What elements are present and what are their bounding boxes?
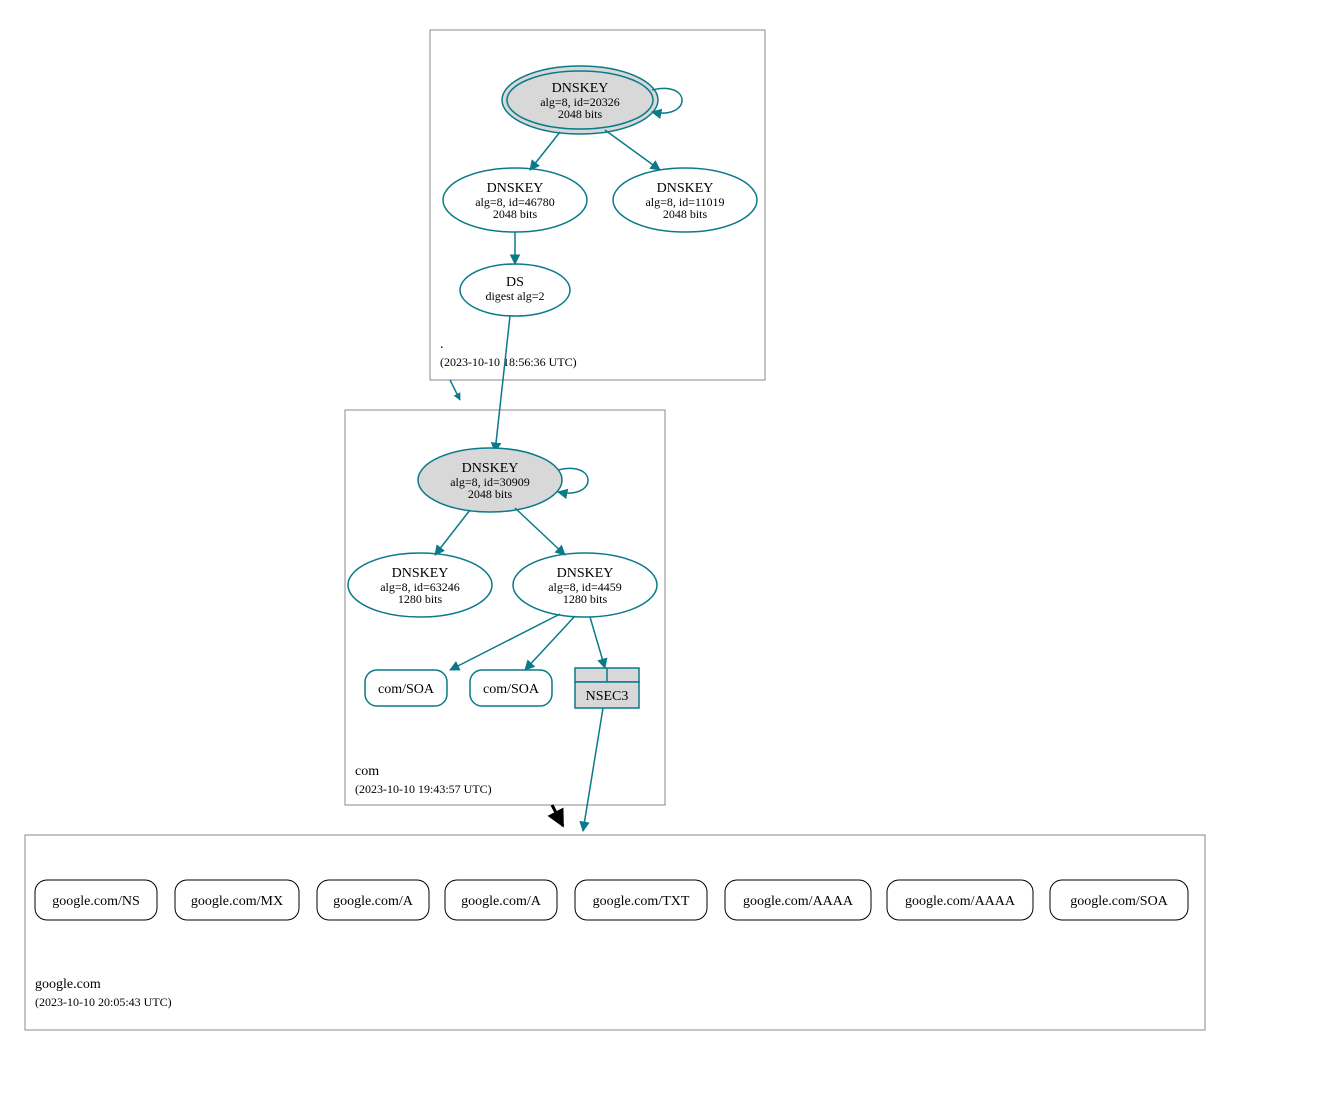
node-google-a-1: google.com/A — [317, 880, 429, 920]
zone-google-ts: (2023-10-10 20:05:43 UTC) — [35, 995, 172, 1009]
zone-google — [25, 835, 1205, 1030]
node-dnskey-root-zsk2: DNSKEY alg=8, id=11019 2048 bits — [613, 168, 757, 232]
node-com-soa-1: com/SOA — [365, 670, 447, 706]
dnssec-diagram: . (2023-10-10 18:56:36 UTC) DNSKEY alg=8… — [20, 20, 1297, 1074]
svg-text:DNSKEY: DNSKEY — [462, 461, 519, 476]
svg-text:1280 bits: 1280 bits — [398, 592, 443, 606]
node-dnskey-com-ksk: DNSKEY alg=8, id=30909 2048 bits — [418, 448, 562, 512]
node-dnskey-root-ksk: DNSKEY alg=8, id=20326 2048 bits — [502, 66, 658, 134]
edge-rootksk-zsk1 — [530, 132, 560, 170]
svg-text:google.com/TXT: google.com/TXT — [593, 894, 690, 909]
node-google-ns: google.com/NS — [35, 880, 157, 920]
svg-text:DNSKEY: DNSKEY — [552, 81, 609, 96]
svg-text:google.com/MX: google.com/MX — [191, 894, 283, 909]
edge-rootksk-zsk2 — [605, 130, 660, 170]
edge-root-to-com — [450, 380, 460, 400]
svg-text:com/SOA: com/SOA — [483, 682, 540, 697]
svg-text:com/SOA: com/SOA — [378, 682, 435, 697]
svg-text:google.com/SOA: google.com/SOA — [1070, 894, 1168, 909]
node-com-soa-2: com/SOA — [470, 670, 552, 706]
node-dnskey-com-zsk2: DNSKEY alg=8, id=4459 1280 bits — [513, 553, 657, 617]
zone-root-name: . — [440, 337, 444, 352]
svg-text:1280 bits: 1280 bits — [563, 592, 608, 606]
svg-text:2048 bits: 2048 bits — [663, 207, 708, 221]
node-google-aaaa-1: google.com/AAAA — [725, 880, 871, 920]
node-dnskey-com-zsk1: DNSKEY alg=8, id=63246 1280 bits — [348, 553, 492, 617]
edge-comksk-zsk1 — [435, 510, 470, 555]
zone-com-name: com — [355, 764, 379, 779]
svg-text:google.com/NS: google.com/NS — [52, 894, 140, 909]
node-google-soa: google.com/SOA — [1050, 880, 1188, 920]
edge-zsk2-soa1 — [450, 614, 560, 670]
edge-com-to-google-black — [552, 805, 563, 826]
node-nsec3: NSEC3 — [575, 668, 639, 708]
node-google-aaaa-2: google.com/AAAA — [887, 880, 1033, 920]
edge-zsk2-nsec3 — [590, 617, 605, 668]
edge-zsk2-soa2 — [525, 616, 575, 670]
edge-nsec3-to-google — [583, 708, 603, 831]
svg-text:digest alg=2: digest alg=2 — [485, 289, 544, 303]
node-google-txt: google.com/TXT — [575, 880, 707, 920]
svg-text:google.com/AAAA: google.com/AAAA — [743, 894, 854, 909]
svg-text:NSEC3: NSEC3 — [586, 689, 629, 704]
svg-text:DS: DS — [506, 275, 524, 290]
svg-text:DNSKEY: DNSKEY — [487, 181, 544, 196]
svg-text:google.com/AAAA: google.com/AAAA — [905, 894, 1016, 909]
svg-text:DNSKEY: DNSKEY — [392, 566, 449, 581]
svg-text:2048 bits: 2048 bits — [468, 487, 513, 501]
svg-text:2048 bits: 2048 bits — [493, 207, 538, 221]
svg-text:2048 bits: 2048 bits — [558, 107, 603, 121]
zone-root-ts: (2023-10-10 18:56:36 UTC) — [440, 355, 577, 369]
svg-text:DNSKEY: DNSKEY — [557, 566, 614, 581]
svg-text:google.com/A: google.com/A — [333, 894, 414, 909]
node-google-a-2: google.com/A — [445, 880, 557, 920]
zone-google-name: google.com — [35, 977, 101, 992]
edge-ds-comksk — [495, 316, 510, 452]
zone-com-ts: (2023-10-10 19:43:57 UTC) — [355, 782, 492, 796]
edge-comksk-zsk2 — [515, 508, 565, 555]
svg-text:DNSKEY: DNSKEY — [657, 181, 714, 196]
node-ds-root: DS digest alg=2 — [460, 264, 570, 316]
node-dnskey-root-zsk1: DNSKEY alg=8, id=46780 2048 bits — [443, 168, 587, 232]
svg-text:google.com/A: google.com/A — [461, 894, 542, 909]
node-google-mx: google.com/MX — [175, 880, 299, 920]
